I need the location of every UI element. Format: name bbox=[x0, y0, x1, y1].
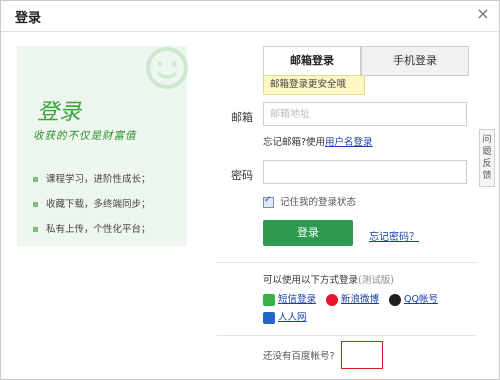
username-login-link[interactable]: 用户名登录 bbox=[325, 137, 373, 148]
promo-title: 登录 bbox=[37, 100, 82, 125]
divider bbox=[217, 335, 477, 336]
forgot-email-hint: 忘记邮箱?使用用户名登录 bbox=[263, 137, 373, 148]
weibo-icon bbox=[326, 293, 338, 306]
renren-icon bbox=[263, 311, 275, 324]
tab-email-login[interactable]: 邮箱登录 bbox=[263, 46, 361, 76]
forgot-password-link[interactable]: 忘记密码？ bbox=[369, 228, 419, 243]
login-dialog: 登录 × 登录 收获的不仅是财富值 课程学习，进阶性成长； 收藏下载，多终端同步… bbox=[0, 0, 500, 380]
promo-slogan: 收获的不仅是财富值 bbox=[33, 130, 137, 142]
security-tip: 邮箱登录更安全哦 bbox=[263, 75, 365, 95]
no-account-text: 还没有百度帐号? bbox=[263, 351, 335, 362]
renren-login-option[interactable]: 人人网 bbox=[263, 309, 307, 324]
tab-phone-login[interactable]: 手机登录 bbox=[361, 46, 469, 76]
close-icon[interactable]: × bbox=[475, 6, 491, 22]
dialog-title: 登录 bbox=[15, 11, 42, 26]
divider bbox=[217, 262, 477, 263]
remember-me[interactable]: 记住我的登录状态 bbox=[263, 194, 356, 208]
login-tabs: 邮箱登录 手机登录 bbox=[263, 46, 469, 76]
bullet-icon bbox=[33, 227, 38, 232]
feedback-tab[interactable]: 问题反馈 bbox=[479, 129, 495, 187]
qq-login-option[interactable]: QQ帐号 bbox=[389, 291, 438, 306]
highlight-box bbox=[341, 341, 383, 369]
feature-item: 私有上传，个性化平台； bbox=[33, 221, 151, 235]
sms-icon bbox=[263, 293, 275, 306]
smiley-icon bbox=[146, 47, 188, 89]
dialog-title-bar: 登录 × bbox=[1, 1, 499, 32]
qq-icon bbox=[389, 293, 401, 306]
remember-checkbox[interactable] bbox=[263, 195, 274, 208]
password-input[interactable] bbox=[263, 160, 467, 184]
email-input[interactable] bbox=[263, 102, 467, 126]
bullet-icon bbox=[33, 177, 38, 182]
weibo-login-option[interactable]: 新浪微博 bbox=[326, 291, 379, 306]
sms-login-option[interactable]: 短信登录 bbox=[263, 291, 316, 306]
email-label: 邮箱 bbox=[231, 111, 253, 124]
password-label: 密码 bbox=[231, 169, 253, 182]
feature-item: 收藏下载，多终端同步； bbox=[33, 196, 151, 210]
feature-item: 课程学习，进阶性成长； bbox=[33, 171, 151, 185]
promo-panel: 登录 收获的不仅是财富值 课程学习，进阶性成长； 收藏下载，多终端同步； 私有上… bbox=[17, 46, 188, 246]
other-login-title: 可以使用以下方式登录(测试版) bbox=[263, 275, 394, 286]
bullet-icon bbox=[33, 202, 38, 207]
login-button[interactable]: 登录 bbox=[263, 220, 353, 246]
